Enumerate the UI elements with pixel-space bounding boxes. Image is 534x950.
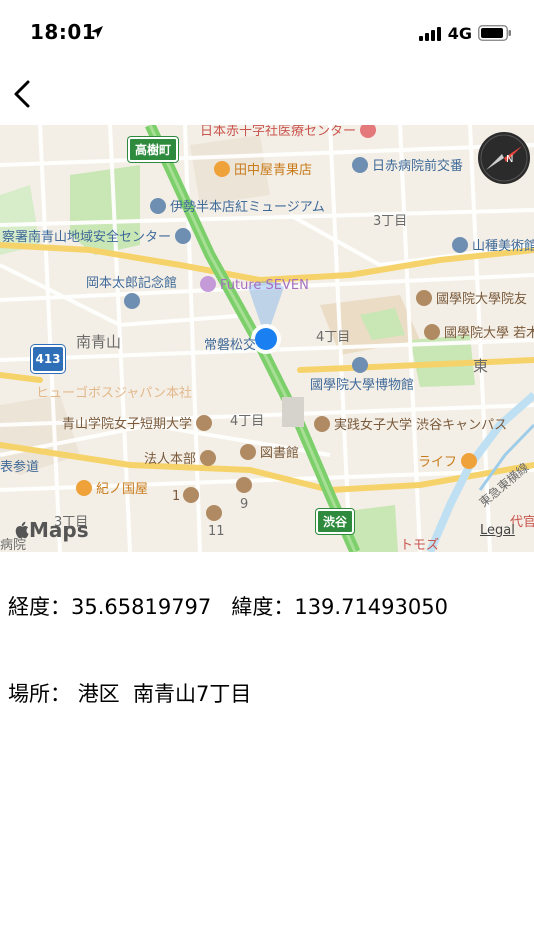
place-label: 場所： [8, 682, 71, 706]
university-icon [236, 477, 252, 493]
kokugakuin-museum-label[interactable]: 國學院大學博物館 [310, 378, 414, 394]
isehan-museum-label[interactable]: 伊勢半本店紅ミュージアム [150, 198, 325, 216]
police-icon [352, 157, 368, 173]
map-view[interactable]: 高樹町 日本赤十字社医療センター 田中屋青果店 日赤病院前交番 N 伊勢半本店紅… [0, 125, 534, 552]
university-icon [206, 505, 222, 521]
navigation-bar [0, 64, 534, 124]
chome-3-label: 3丁目 [373, 214, 408, 229]
kokugakuin-alumni-label[interactable]: 國學院大學院友 [416, 290, 527, 308]
building-11-number: 11 [208, 524, 225, 539]
university-icon [424, 324, 440, 340]
apple-maps-logo: Maps [13, 518, 89, 542]
minami-aoyama-label: 南青山 [76, 333, 122, 351]
museum-icon [352, 357, 368, 373]
omotesando-label: 表参道 [0, 460, 40, 475]
museum-pin-2[interactable] [352, 357, 372, 375]
building-9-label[interactable] [236, 477, 256, 495]
red-cross-center-label[interactable]: 日本赤十字社医療センター [200, 125, 380, 140]
chevron-left-icon [14, 80, 30, 108]
university-icon [183, 487, 200, 503]
police-icon [175, 228, 192, 244]
location-arrow-icon [91, 26, 103, 38]
building-9-number: 9 [240, 497, 249, 512]
museum-pin[interactable] [124, 293, 144, 311]
yamatane-museum-label[interactable]: 山種美術館 [452, 237, 534, 255]
place-row: 場所： 港区 南青山7丁目 [8, 678, 251, 708]
museum-icon [452, 237, 468, 253]
longitude-label: 経度： [8, 595, 71, 619]
latitude-value: 139.71493050 [294, 595, 448, 619]
okamoto-memorial-label[interactable]: 岡本太郎記念館 [86, 276, 177, 292]
university-icon [240, 444, 256, 460]
university-icon [200, 450, 217, 466]
shop-icon [214, 161, 230, 177]
building-1-label[interactable]: 1 [172, 487, 203, 505]
signal-icon [418, 25, 441, 41]
status-bar: 18:01 4G [0, 0, 534, 64]
tanakaya-label[interactable]: 田中屋青果店 [214, 161, 312, 179]
route-413-shield: 413 [31, 345, 65, 373]
back-button[interactable] [8, 76, 44, 112]
shibuya-road-sign: 渋谷 [316, 509, 355, 534]
tomoz-label[interactable]: トモズ [400, 538, 439, 552]
district-value: 南青山7丁目 [133, 682, 252, 706]
tokiwamatsu-label[interactable]: 常磐松交 [204, 338, 256, 354]
takagi-road-sign: 高樹町 [128, 137, 179, 162]
compass-button[interactable]: N [478, 132, 530, 184]
museum-icon [150, 198, 166, 214]
coordinates-row: 経度：35.65819797 緯度：139.71493050 [8, 591, 448, 621]
status-time: 18:01 [30, 20, 97, 44]
shop-icon [76, 480, 92, 496]
status-indicators: 4G [418, 22, 512, 44]
compass-icon: N [480, 134, 528, 182]
ward-value: 港区 [77, 682, 120, 706]
kinokuniya-label[interactable]: 紀ノ国屋 [76, 480, 148, 498]
network-type: 4G [447, 23, 472, 43]
higashi-label: 東 [473, 357, 489, 375]
legal-link[interactable]: Legal [480, 523, 515, 538]
university-icon [314, 416, 330, 432]
chome-4-label-a: 4丁目 [316, 330, 351, 345]
houjin-honbu-label[interactable]: 法人本部 [144, 450, 220, 468]
latitude-label: 緯度： [231, 595, 295, 619]
museum-icon [124, 293, 140, 309]
university-icon [416, 290, 432, 306]
jissen-womens-label[interactable]: 実践女子大学 渋谷キャンパス [314, 416, 507, 434]
chome-4-label-b: 4丁目 [230, 414, 265, 429]
aoyama-womens-college-label[interactable]: 青山学院女子短期大学 [62, 415, 216, 433]
hugo-boss-label[interactable]: ヒューゴボスジャパン本社 [36, 386, 192, 402]
shop-icon [461, 453, 478, 469]
red-cross-hospital-label[interactable]: 日赤病院前交番 [352, 157, 463, 175]
future-seven-label[interactable]: Future SEVEN [200, 276, 309, 294]
building-11-label[interactable] [206, 505, 226, 523]
longitude-value: 35.65819797 [71, 595, 212, 619]
kokugakuin-wakagi-label[interactable]: 國學院大學 若木 [424, 324, 534, 342]
battery-icon [478, 25, 511, 41]
library-label[interactable]: 図書館 [240, 444, 299, 462]
svg-text:N: N [506, 154, 513, 165]
police-safety-center-label[interactable]: 察署南青山地域安全センター [2, 228, 195, 246]
university-icon [196, 415, 213, 431]
life-supermarket-label[interactable]: ライフ [418, 453, 481, 471]
music-icon [200, 276, 216, 292]
apple-logo-icon [15, 521, 29, 539]
hospital-icon [360, 125, 377, 138]
